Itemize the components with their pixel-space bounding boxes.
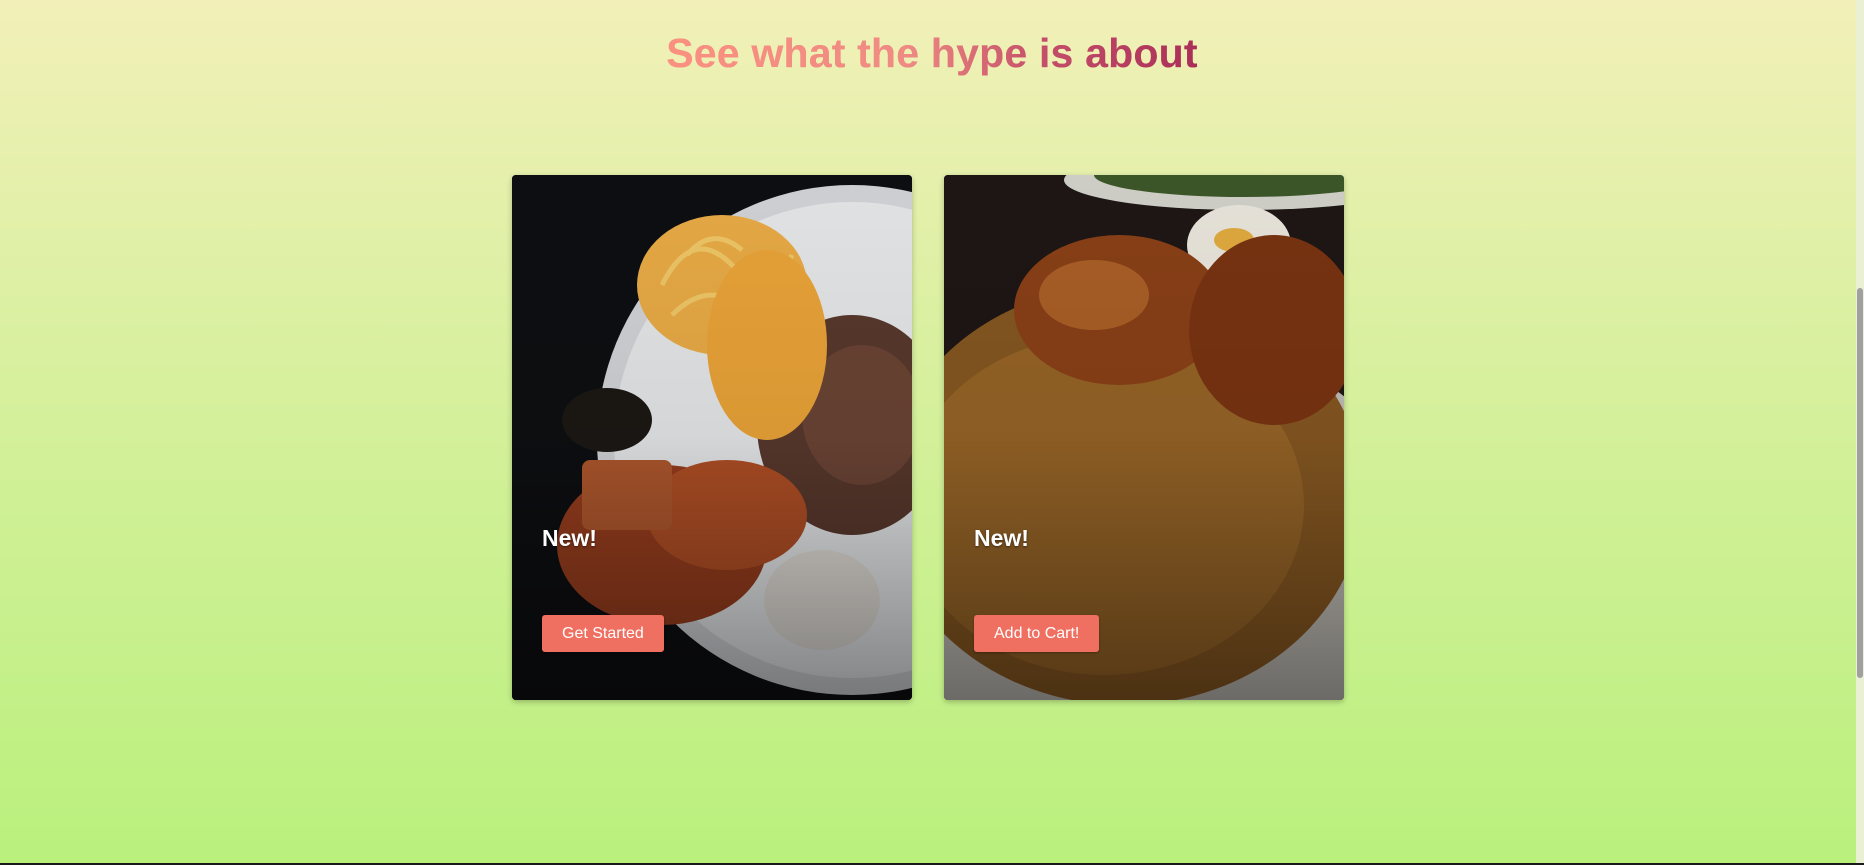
new-badge: New!	[974, 525, 1029, 551]
headline-text: See what the hype is about	[666, 30, 1198, 76]
page-scrollbar[interactable]	[1856, 0, 1864, 865]
food-card-1[interactable]: New! Get Started	[512, 175, 912, 700]
get-started-button[interactable]: Get Started	[542, 615, 664, 652]
new-badge: New!	[542, 525, 597, 551]
add-to-cart-button[interactable]: Add to Cart!	[974, 615, 1100, 652]
page-headline: See what the hype is about	[0, 30, 1864, 77]
food-card-2[interactable]: New! Add to Cart!	[944, 175, 1344, 700]
scrollbar-thumb[interactable]	[1857, 288, 1863, 678]
